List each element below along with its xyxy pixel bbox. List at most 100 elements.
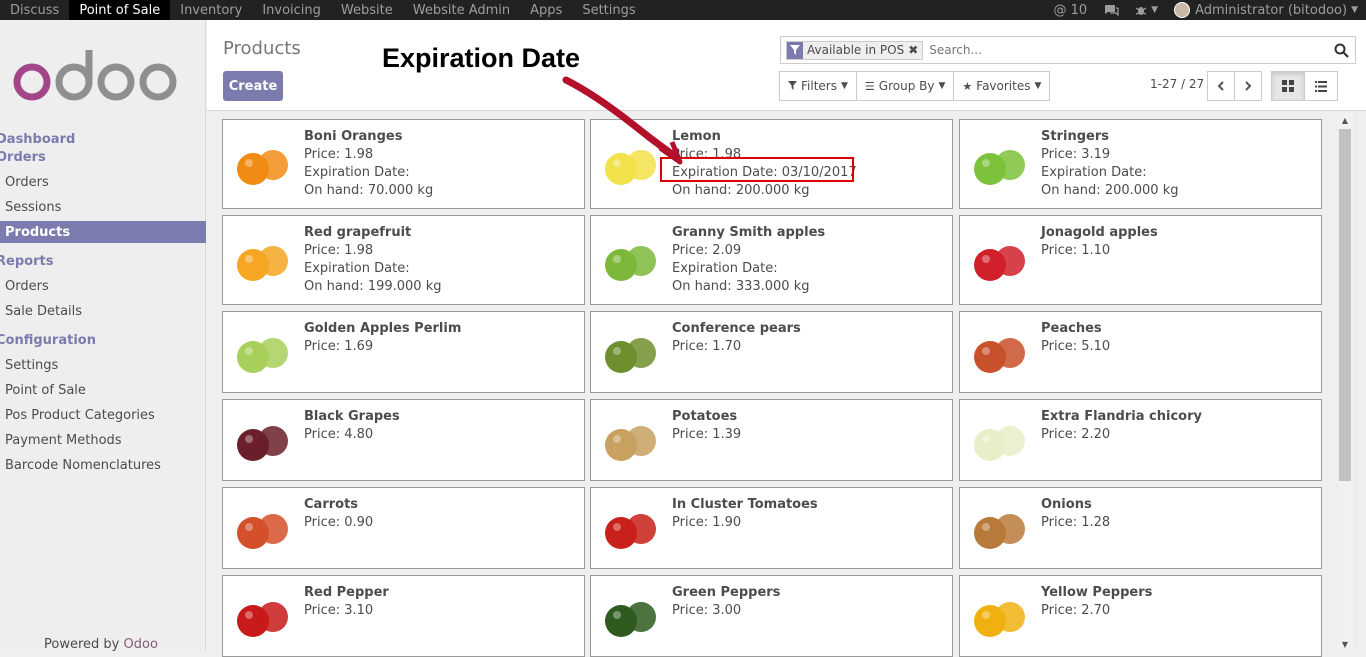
sidebar-item-payment-methods[interactable]: Payment Methods [0,429,206,451]
scroll-down-icon[interactable]: ▼ [1337,637,1353,651]
powered-brand-link[interactable]: Odoo [124,637,158,652]
product-name: Extra Flandria chicory [1041,409,1202,424]
group-by-button[interactable]: ☰ Group By ▼ [855,71,955,101]
search-box[interactable]: Available in POS ✖ [780,36,1356,64]
product-price: Price: 1.70 [672,339,742,354]
product-card[interactable]: Jonagold apples Price: 1.10 [959,215,1322,305]
product-card[interactable]: Red grapefruit Price: 1.98 Expiration Date… [222,215,585,305]
product-price: Price: 1.10 [1041,243,1111,258]
product-info: Jonagold apples Price: 1.10 [1041,224,1158,260]
sidebar-item-point-of-sale[interactable]: Point of Sale [0,379,206,401]
sidebar-section-configuration[interactable]: Configuration [0,333,96,348]
pager-next-button[interactable] [1234,71,1262,101]
sidebar-item-orders[interactable]: Orders [0,171,206,193]
product-info: Peaches Price: 5.10 [1041,320,1110,356]
product-info: In Cluster Tomatoes Price: 1.90 [672,496,818,532]
remove-facet-icon[interactable]: ✖ [908,43,922,57]
menu-website-admin[interactable]: Website Admin [403,0,520,20]
chevron-right-icon [1245,81,1252,91]
product-name: Green Peppers [672,585,781,600]
scrollbar-thumb[interactable] [1339,129,1351,481]
odoo-logo[interactable] [12,44,182,104]
chevron-down-icon: ▼ [840,81,848,91]
product-expiration-date: Expiration Date: [304,261,410,276]
chevron-down-icon: ▼ [1034,81,1042,91]
menu-apps[interactable]: Apps [520,0,572,20]
sidebar-item-pos-categories[interactable]: Pos Product Categories [0,404,206,426]
user-menu[interactable]: Administrator (bitodoo) ▼ [1166,2,1366,18]
search-input[interactable] [927,42,1327,58]
filters-button[interactable]: Filters ▼ [779,71,857,101]
product-card[interactable]: Black Grapes Price: 4.80 [222,399,585,481]
product-image [599,133,663,197]
product-price: Price: 1.28 [1041,515,1111,530]
product-card[interactable]: Onions Price: 1.28 [959,487,1322,569]
create-button[interactable]: Create [223,71,283,101]
list-view-button[interactable] [1304,71,1338,101]
product-info: Extra Flandria chicory Price: 2.20 [1041,408,1202,444]
product-name: Golden Apples Perlim [304,321,462,336]
menu-inventory[interactable]: Inventory [170,0,252,20]
menu-point-of-sale[interactable]: Point of Sale [69,0,171,20]
product-card[interactable]: Carrots Price: 0.90 [222,487,585,569]
bug-icon[interactable]: ▼ [1127,4,1166,17]
product-info: Boni Oranges Price: 1.98 Expiration Date: O… [304,128,433,200]
menu-website[interactable]: Website [331,0,403,20]
product-card[interactable]: Peaches Price: 5.10 [959,311,1322,393]
product-image [968,321,1032,385]
sidebar-section-orders[interactable]: Orders [0,150,46,165]
product-on-hand: On hand: 333.000 kg [672,279,810,294]
scrollbar[interactable]: ▲ ▼ [1337,113,1353,651]
product-card[interactable]: Green Peppers Price: 3.00 [590,575,953,657]
chevron-down-icon: ▼ [1151,5,1159,15]
sidebar-section-reports[interactable]: Reports [0,254,53,269]
product-name: Red Pepper [304,585,389,600]
product-image [968,409,1032,473]
product-card[interactable]: Potatoes Price: 1.39 [590,399,953,481]
product-name: Lemon [672,129,721,144]
search-facet: Available in POS ✖ [786,40,924,60]
product-name: Stringers [1041,129,1109,144]
sidebar-item-barcode-nomenclatures[interactable]: Barcode Nomenclatures [0,454,206,476]
sidebar-item-settings[interactable]: Settings [0,354,206,376]
menu-invoicing[interactable]: Invoicing [252,0,331,20]
product-card[interactable]: Golden Apples Perlim Price: 1.69 [222,311,585,393]
menu-settings[interactable]: Settings [572,0,645,20]
menu-discuss[interactable]: Discuss [0,0,69,20]
product-image [231,497,295,561]
product-expiration-date: Expiration Date: [1041,165,1147,180]
search-icon[interactable] [1327,43,1355,58]
product-price: Price: 3.10 [304,603,374,618]
kanban-view-button[interactable] [1271,71,1305,101]
sidebar-item-sale-details[interactable]: Sale Details [0,300,206,322]
product-name: Red grapefruit [304,225,412,240]
product-price: Price: 2.20 [1041,427,1111,442]
chat-icon[interactable] [1095,4,1127,17]
product-on-hand: On hand: 199.000 kg [304,279,442,294]
mentions-counter[interactable]: @ 10 [1045,3,1095,18]
sidebar-section-dashboard[interactable]: Dashboard [0,132,75,147]
pager-previous-button[interactable] [1207,71,1235,101]
sidebar-item-sessions[interactable]: Sessions [0,196,206,218]
product-card[interactable]: Red Pepper Price: 3.10 [222,575,585,657]
product-card[interactable]: Conference pears Price: 1.70 [590,311,953,393]
product-card[interactable]: Yellow Peppers Price: 2.70 [959,575,1322,657]
product-name: Conference pears [672,321,801,336]
product-name: Carrots [304,497,359,512]
product-info: Onions Price: 1.28 [1041,496,1110,532]
product-image [231,321,295,385]
pager-value[interactable]: 1-27 / 27 [1150,77,1204,91]
group-by-label: Group By [878,79,935,93]
product-card[interactable]: Granny Smith apples Price: 2.09 Expiration… [590,215,953,305]
product-card[interactable]: Stringers Price: 3.19 Expiration Date: On h… [959,119,1322,209]
product-card[interactable]: In Cluster Tomatoes Price: 1.90 [590,487,953,569]
favorites-button[interactable]: ★ Favorites ▼ [953,71,1051,101]
product-card[interactable]: Boni Oranges Price: 1.98 Expiration Date: O… [222,119,585,209]
product-price: Price: 1.39 [672,427,742,442]
sidebar-item-products[interactable]: Products [0,221,206,243]
scroll-up-icon[interactable]: ▲ [1337,113,1353,127]
sidebar-item-report-orders[interactable]: Orders [0,275,206,297]
product-card[interactable]: Extra Flandria chicory Price: 2.20 [959,399,1322,481]
product-image [231,133,295,197]
product-image [968,497,1032,561]
